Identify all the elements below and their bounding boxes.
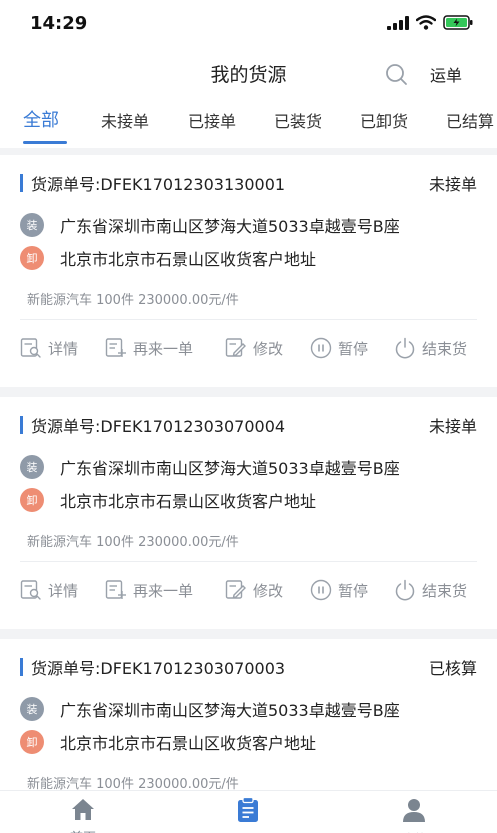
order-number: 货源单号:DFEK17012303130001 [31, 175, 286, 194]
edit-icon [225, 338, 246, 357]
unload-address-row: 卸 北京市北京市石景山区收货客户地址 [20, 487, 477, 513]
unload-address-row: 卸 北京市北京市石景山区收货客户地址 [20, 245, 477, 271]
wifi-icon [416, 15, 436, 30]
nav-bar: 我的货源 运单 [0, 50, 497, 96]
card-header: 货源单号:DFEK17012303130001 未接单 [20, 171, 477, 195]
load-address-row: 装 广东省深圳市南山区梦海大道5033卓越壹号B座 [20, 696, 477, 722]
pause-label: 暂停 [338, 339, 369, 358]
load-address: 广东省深圳市南山区梦海大道5033卓越壹号B座 [60, 701, 400, 720]
tab-loaded[interactable]: 已装货 [274, 108, 322, 132]
tab-accepted[interactable]: 已接单 [188, 108, 236, 132]
status-time: 14:29 [30, 13, 88, 34]
nav-home[interactable]: 首页 [43, 797, 123, 833]
tab-all[interactable]: 全部 [23, 106, 59, 132]
status-icons [387, 15, 473, 30]
pause-button[interactable]: 暂停 [310, 337, 368, 359]
accent-bar [20, 416, 23, 434]
unload-address: 北京市北京市石景山区收货客户地址 [60, 734, 317, 753]
unload-badge: 卸 [20, 730, 44, 754]
load-badge: 装 [20, 455, 44, 479]
detail-button[interactable]: 详情 [20, 337, 78, 359]
home-icon [72, 799, 94, 820]
accent-bar [20, 658, 23, 676]
tab-settled[interactable]: 已结算 [446, 108, 494, 132]
goods-info: 新能源汽车 100件 230000.00元/件 [27, 535, 239, 550]
finish-label: 结束货 [422, 581, 468, 600]
battery-icon [443, 15, 473, 30]
edit-button[interactable]: 修改 [225, 337, 283, 359]
pause-label: 暂停 [338, 581, 369, 600]
edit-button[interactable]: 修改 [225, 579, 283, 601]
card-header: 货源单号:DFEK17012303070003 已核算 [20, 655, 477, 679]
reorder-button[interactable]: 再来一单 [105, 337, 193, 359]
order-number: 货源单号:DFEK17012303070003 [31, 659, 286, 678]
power-icon [395, 337, 415, 359]
load-address-row: 装 广东省深圳市南山区梦海大道5033卓越壹号B座 [20, 454, 477, 480]
pause-icon [310, 579, 332, 601]
status-badge: 已核算 [428, 659, 477, 678]
card-actions: 详情 再来一单 修改 暂停 结束货 [20, 579, 481, 603]
cargo-card[interactable]: 货源单号:DFEK17012303070004 未接单 装 广东省深圳市南山区梦… [0, 397, 497, 629]
status-tabs: 全部 未接单 已接单 已装货 已卸货 已结算 [0, 96, 497, 148]
status-badge: 未接单 [428, 417, 477, 436]
finish-button[interactable]: 结束货 [394, 337, 467, 359]
unload-address: 北京市北京市石景山区收货客户地址 [60, 250, 317, 269]
nav-home-label: 首页 [43, 827, 123, 833]
load-badge: 装 [20, 213, 44, 237]
goods-info: 新能源汽车 100件 230000.00元/件 [27, 293, 239, 308]
status-bar: 14:29 [0, 0, 497, 50]
card-actions: 详情 再来一单 修改 暂停 结束货 [20, 337, 481, 361]
clipboard-icon [238, 796, 258, 822]
waybill-button[interactable]: 运单 [430, 62, 462, 86]
card-header: 货源单号:DFEK17012303070004 未接单 [20, 413, 477, 437]
pause-button[interactable]: 暂停 [310, 579, 368, 601]
load-address: 广东省深圳市南山区梦海大道5033卓越壹号B座 [60, 217, 400, 236]
divider [20, 319, 477, 320]
unload-address-row: 卸 北京市北京市石景山区收货客户地址 [20, 729, 477, 755]
tab-not-accepted[interactable]: 未接单 [101, 108, 149, 132]
edit-icon [225, 580, 246, 599]
unload-address: 北京市北京市石景山区收货客户地址 [60, 492, 317, 511]
signal-icon [387, 15, 409, 30]
load-address: 广东省深圳市南山区梦海大道5033卓越壹号B座 [60, 459, 400, 478]
reorder-label: 再来一单 [133, 581, 194, 600]
nav-mine-label: 我的 [374, 829, 454, 833]
pause-icon [310, 337, 332, 359]
power-icon [395, 579, 415, 601]
edit-label: 修改 [253, 339, 284, 358]
nav-mine[interactable]: 我的 [374, 797, 454, 833]
search-icon[interactable] [384, 62, 408, 86]
nav-waybill-label: 运单 [208, 829, 288, 833]
edit-label: 修改 [253, 581, 284, 600]
detail-label: 详情 [48, 339, 79, 358]
reorder-icon [105, 338, 126, 357]
tab-unloaded[interactable]: 已卸货 [360, 108, 408, 132]
load-address-row: 装 广东省深圳市南山区梦海大道5033卓越壹号B座 [20, 212, 477, 238]
active-tab-indicator [23, 141, 67, 144]
detail-label: 详情 [48, 581, 79, 600]
nav-waybill[interactable]: 运单 [208, 796, 288, 833]
reorder-icon [105, 580, 126, 599]
bottom-nav: 首页 运单 我的 [0, 790, 497, 833]
detail-icon [20, 580, 41, 600]
order-number: 货源单号:DFEK17012303070004 [31, 417, 286, 436]
detail-icon [20, 338, 41, 358]
accent-bar [20, 174, 23, 192]
load-badge: 装 [20, 697, 44, 721]
page-title: 我的货源 [210, 64, 287, 86]
reorder-button[interactable]: 再来一单 [105, 579, 193, 601]
user-icon [403, 799, 425, 822]
unload-badge: 卸 [20, 488, 44, 512]
detail-button[interactable]: 详情 [20, 579, 78, 601]
status-badge: 未接单 [428, 175, 477, 194]
finish-label: 结束货 [422, 339, 468, 358]
cargo-card[interactable]: 货源单号:DFEK17012303130001 未接单 装 广东省深圳市南山区梦… [0, 155, 497, 387]
divider [20, 561, 477, 562]
reorder-label: 再来一单 [133, 339, 194, 358]
unload-badge: 卸 [20, 246, 44, 270]
finish-button[interactable]: 结束货 [394, 579, 467, 601]
